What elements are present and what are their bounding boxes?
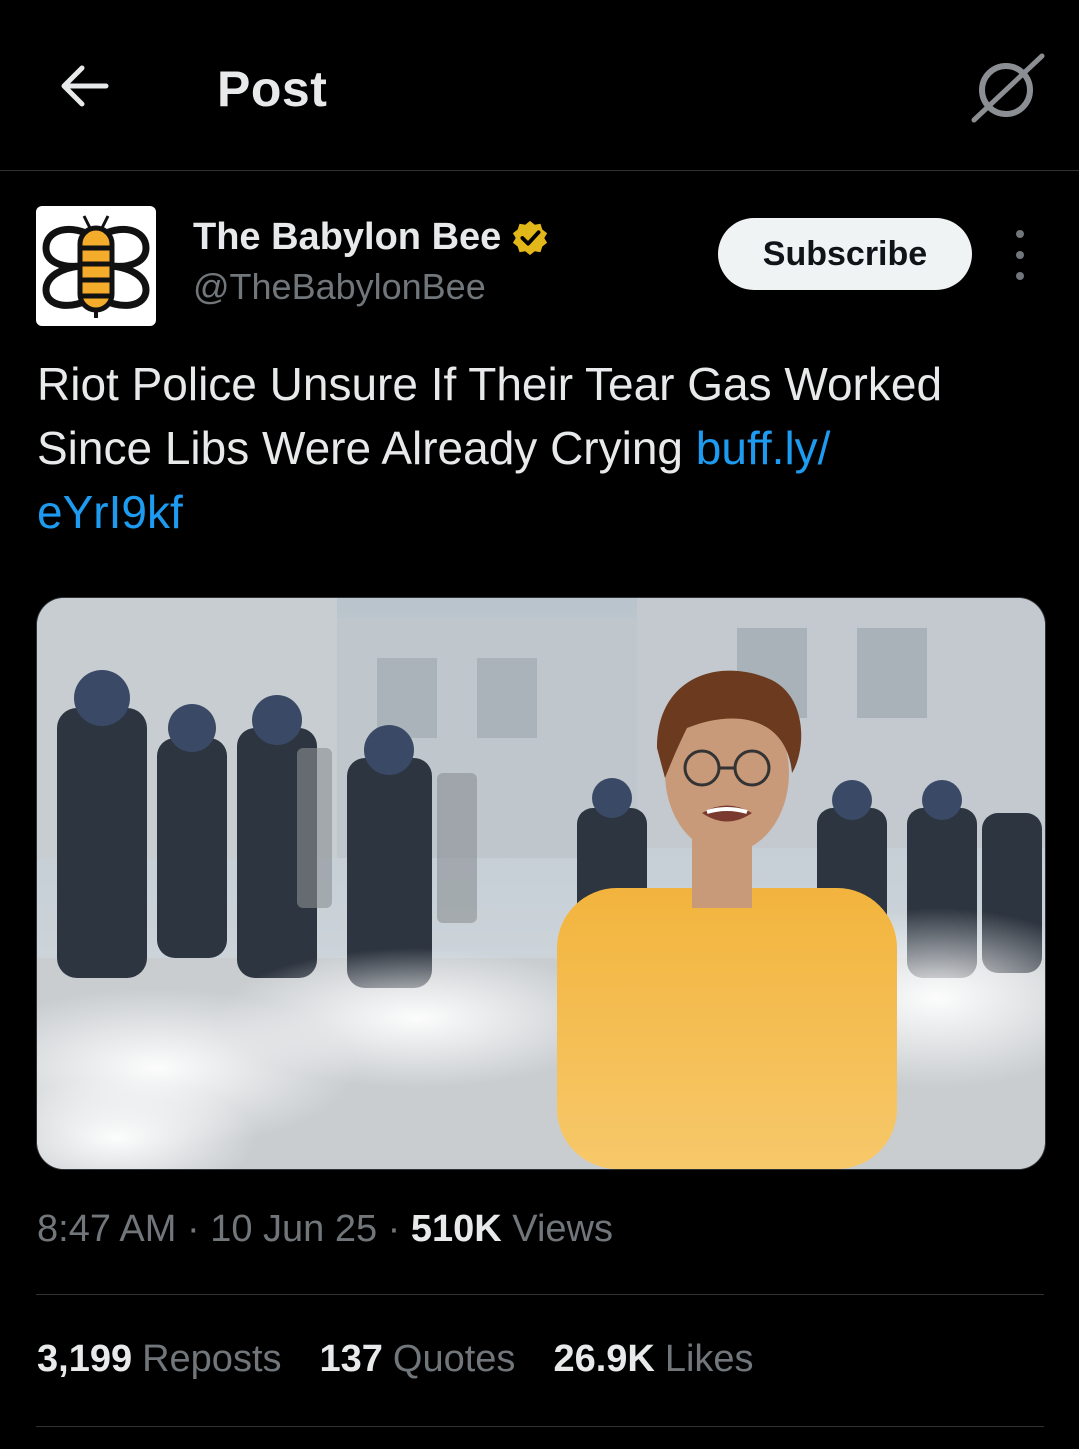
more-icon[interactable] [1000, 230, 1040, 280]
meta-separator: · [176, 1208, 211, 1250]
reposts-count: 3,199 [37, 1338, 133, 1380]
post-meta: 8:47 AM · 10 Jun 25 · 510K Views [37, 1208, 613, 1251]
top-bar: Post [0, 0, 1079, 171]
avatar[interactable] [36, 206, 156, 326]
post-text: Riot Police Unsure If Their Tear Gas Wor… [37, 352, 1037, 544]
engagement-stats: 3,199 Reposts 137 Quotes 26.9K Likes [37, 1338, 792, 1381]
post-time: 8:47 AM [37, 1208, 177, 1250]
divider [36, 1426, 1044, 1427]
views-label: Views [501, 1208, 613, 1250]
reposts-stat[interactable]: 3,199 Reposts [37, 1338, 282, 1381]
author-name[interactable]: The Babylon Bee [193, 216, 501, 259]
post-image[interactable] [36, 597, 1046, 1170]
likes-label: Likes [664, 1338, 754, 1380]
likes-count: 26.9K [553, 1338, 655, 1380]
reposts-label: Reposts [142, 1338, 282, 1380]
subscribe-button[interactable]: Subscribe [718, 218, 972, 290]
author-name-row[interactable]: The Babylon Bee [193, 216, 549, 259]
views-count: 510K [410, 1208, 502, 1250]
grok-icon[interactable] [968, 48, 1048, 128]
author-handle[interactable]: @TheBabylonBee [193, 266, 486, 308]
back-arrow-icon[interactable] [56, 58, 112, 114]
post-date: 10 Jun 25 [210, 1208, 378, 1250]
page-title: Post [217, 61, 328, 117]
quotes-count: 137 [319, 1338, 383, 1380]
verified-badge-icon [513, 220, 548, 255]
meta-separator: · [377, 1208, 411, 1250]
quotes-stat[interactable]: 137 Quotes [320, 1338, 516, 1381]
divider [36, 1294, 1044, 1295]
likes-stat[interactable]: 26.9K Likes [553, 1338, 753, 1381]
quotes-label: Quotes [392, 1338, 516, 1380]
babylon-bee-logo [42, 215, 150, 318]
